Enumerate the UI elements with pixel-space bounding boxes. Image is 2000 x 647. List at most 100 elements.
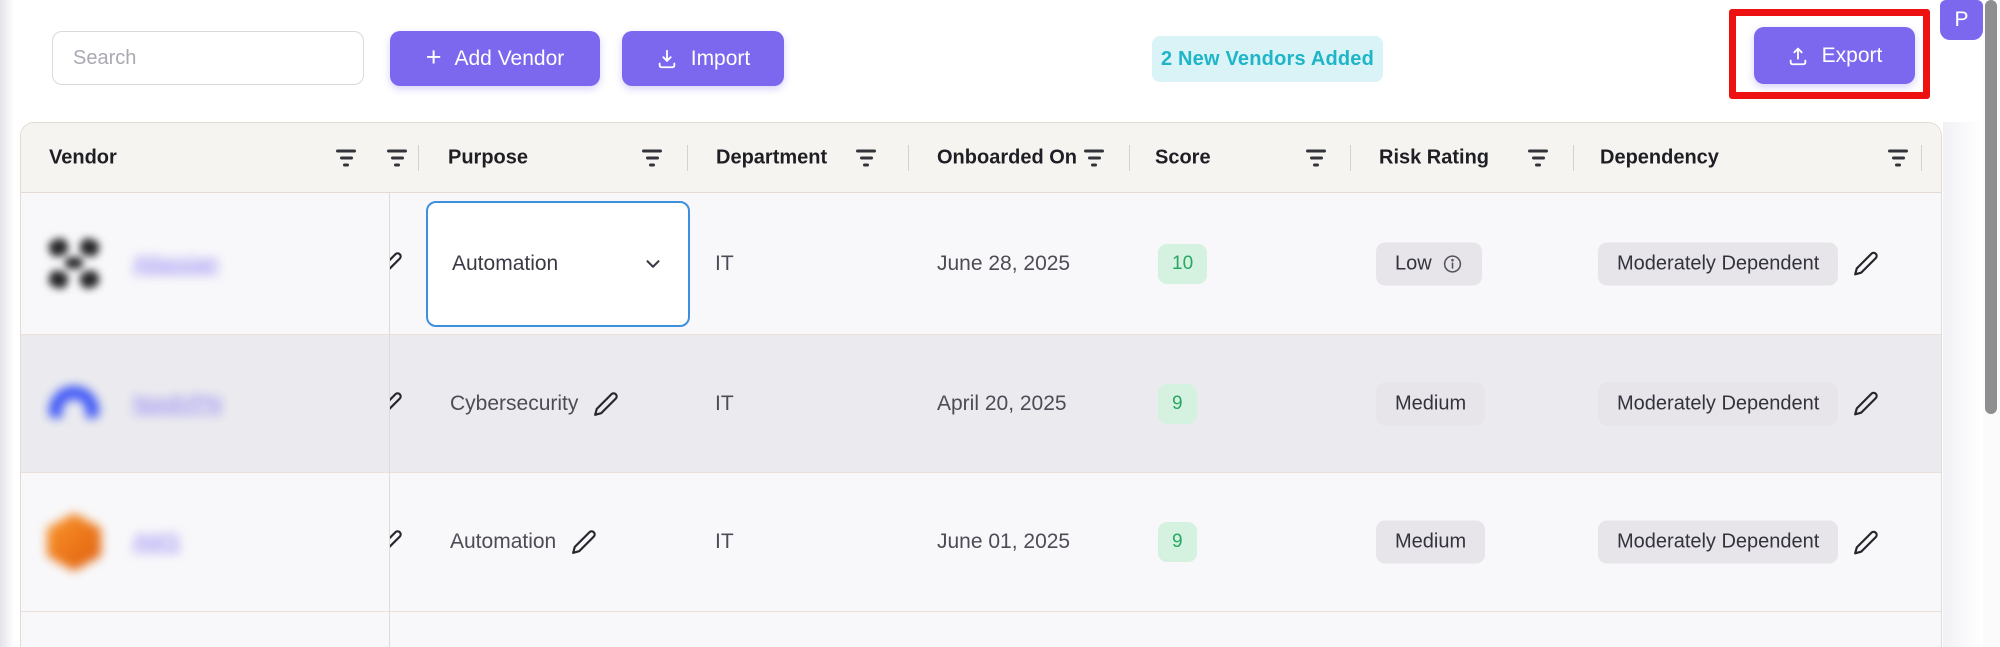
filter-icon-dependency[interactable] [1888,149,1908,166]
column-header-score: Score [1155,146,1211,168]
table-row: Atlassian Automation IT June 28, 2025 10… [21,193,1941,335]
filter-icon-onboarded-on[interactable] [1084,149,1104,166]
table-header-row: Vendor Purpose Department Onboarded On S… [21,123,1941,193]
purpose-dropdown-value: Automation [452,252,559,275]
column-header-department: Department [716,146,828,168]
hidden-column-edit-icon-partial[interactable] [390,335,418,472]
filter-icon-purpose[interactable] [642,149,662,166]
vendor-name-link[interactable]: Atlassian [133,252,218,276]
department-cell: IT [715,392,734,416]
vendor-management-page: + Add Vendor Import 2 New Vendors Added … [0,0,2000,647]
header-divider [908,145,909,171]
vendor-logo-atlassian [46,235,102,293]
add-vendor-label: Add Vendor [454,46,565,70]
vendor-name-link[interactable]: NordVPN [133,392,222,416]
purpose-value: Cybersecurity [450,391,579,415]
score-value: 9 [1172,531,1183,552]
score-value: 10 [1172,252,1194,274]
vendor-name-link[interactable]: AWS [133,530,180,554]
plus-icon: + [425,42,442,72]
risk-rating-pill: Medium [1376,520,1486,564]
department-value: IT [715,530,734,553]
filter-icon-risk-rating[interactable] [1528,149,1548,166]
dependency-value: Moderately Dependent [1617,530,1820,553]
table-row: AWS Automation IT June 01, 2025 9 Medium… [21,473,1941,612]
risk-rating-value: Medium [1395,392,1467,414]
risk-rating-cell: Low [1376,242,1482,285]
edit-dependency-icon[interactable] [1853,391,1879,417]
header-divider [1921,145,1922,171]
header-divider [1129,145,1130,171]
column-header-risk-rating: Risk Rating [1379,146,1490,168]
header-divider [1573,145,1574,171]
score-badge: 9 [1158,522,1197,562]
onboarded-on-cell: June 28, 2025 [937,252,1070,276]
header-divider [687,145,688,171]
dependency-pill: Moderately Dependent [1598,520,1839,564]
import-label: Import [690,46,751,70]
table-row: NordVPN Cybersecurity IT April 20, 2025 [21,335,1941,473]
download-icon [656,48,678,70]
filter-icon-hidden-column[interactable] [387,149,407,166]
risk-rating-pill: Low [1376,242,1482,285]
table-right-fade [1943,122,1981,647]
dependency-pill: Moderately Dependent [1598,242,1839,285]
new-vendors-badge: 2 New Vendors Added [1152,36,1383,82]
purpose-value: Automation [450,530,557,553]
vendor-logo-aws [47,513,101,571]
edit-dependency-icon[interactable] [1853,251,1879,277]
header-divider [1350,145,1351,171]
risk-rating-pill: Medium [1376,382,1486,425]
column-header-onboarded-on: Onboarded On [937,146,1077,168]
upload-icon [1787,45,1809,67]
department-value: IT [715,391,734,415]
column-header-dependency: Dependency [1600,146,1719,168]
export-button[interactable]: Export [1754,27,1915,84]
score-badge: 9 [1158,383,1197,424]
risk-rating-cell: Medium [1376,382,1486,425]
filter-icon-department[interactable] [856,149,876,166]
risk-rating-value: Medium [1395,530,1467,553]
table-body: Atlassian Automation IT June 28, 2025 10… [21,193,1941,647]
score-value: 9 [1172,392,1183,414]
edit-dependency-icon[interactable] [1853,529,1879,555]
department-cell: IT [715,252,734,276]
search-input[interactable] [52,31,364,85]
dependency-cell: Moderately Dependent [1598,382,1879,425]
risk-rating-value: Low [1395,252,1432,274]
dependency-pill: Moderately Dependent [1598,382,1839,425]
dependency-value: Moderately Dependent [1617,392,1820,414]
purpose-cell: Automation [450,529,597,555]
edit-purpose-icon[interactable] [593,391,619,417]
score-badge: 10 [1158,243,1208,284]
purpose-cell: Cybersecurity [450,391,619,417]
filter-icon-score[interactable] [1306,149,1326,166]
hidden-column-edit-icon-partial[interactable] [390,193,418,334]
edit-purpose-icon[interactable] [571,529,597,555]
chevron-down-icon [642,253,664,275]
risk-rating-cell: Medium [1376,520,1486,564]
user-avatar[interactable]: P [1940,0,1983,40]
onboarded-on-value: April 20, 2025 [937,391,1067,415]
column-header-vendor: Vendor [49,146,117,168]
filter-icon-vendor[interactable] [336,149,356,166]
info-icon[interactable] [1442,253,1463,274]
dependency-cell: Moderately Dependent [1598,242,1879,285]
dependency-cell: Moderately Dependent [1598,520,1879,564]
department-value: IT [715,251,734,275]
department-cell: IT [715,530,734,554]
page-left-edge [0,0,14,647]
table-row-partial [21,612,1941,647]
dependency-value: Moderately Dependent [1617,252,1820,274]
purpose-dropdown[interactable]: Automation [426,201,690,327]
hidden-column-edit-icon-partial[interactable] [390,473,418,611]
onboarded-on-value: June 28, 2025 [937,251,1071,275]
import-button[interactable]: Import [622,31,784,86]
new-vendors-badge-text: 2 New Vendors Added [1160,47,1375,70]
onboarded-on-cell: April 20, 2025 [937,392,1067,416]
export-label: Export [1821,43,1883,67]
page-scrollbar-thumb[interactable] [1985,0,1997,414]
header-divider [418,145,419,171]
add-vendor-button[interactable]: + Add Vendor [390,31,600,86]
column-header-purpose: Purpose [448,146,529,168]
